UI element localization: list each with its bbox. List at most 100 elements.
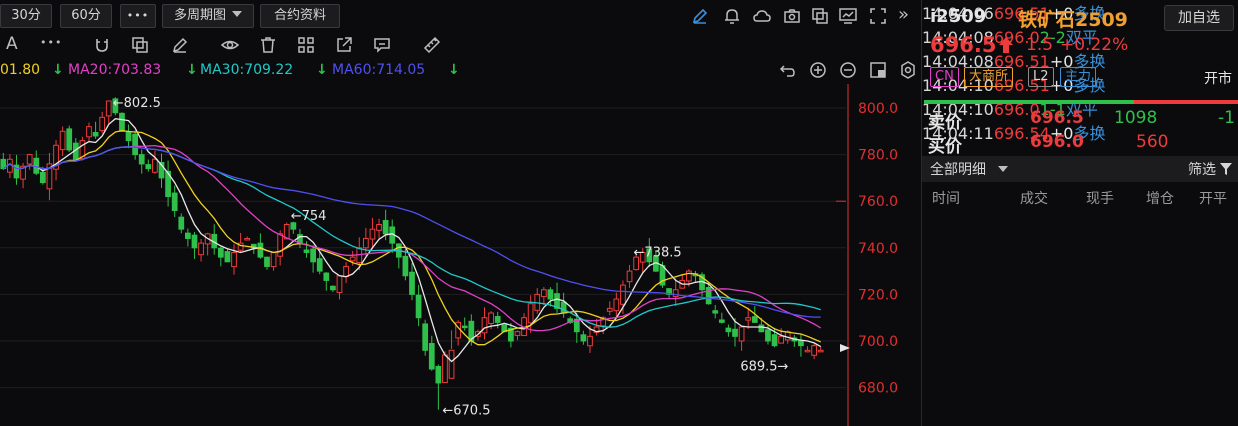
down-arrow-icon: ↓ (448, 62, 460, 78)
contract-info-button[interactable]: 合约资料 (260, 4, 340, 28)
y-tick-label: 700.0 (858, 334, 898, 350)
price-annotation: 689.5→ (740, 359, 788, 374)
candle-down (402, 255, 409, 277)
ruler-icon[interactable] (422, 35, 442, 55)
candle-up (343, 265, 349, 278)
detail-filter-dropdown[interactable]: 全部明细 (930, 159, 1009, 179)
candle-down (560, 301, 567, 314)
candle-up (778, 335, 785, 344)
price-change: 1.5 (1026, 35, 1054, 55)
multi-period-dropdown[interactable]: 多周期图 (162, 4, 254, 28)
ma60-value: MA60:714.05 (332, 62, 426, 78)
candle-up (817, 349, 824, 353)
add-watchlist-button[interactable]: 加自选 (1164, 5, 1234, 31)
tick-row (922, 318, 1238, 352)
bid-volume: 560 (1136, 132, 1169, 152)
candle-down (718, 319, 725, 323)
bid-strength-bar (924, 100, 1134, 104)
filter-icon (1220, 163, 1233, 175)
y-tick-label: 740.0 (858, 241, 898, 257)
y-tick-label: 680.0 (858, 381, 898, 397)
candle-up (527, 303, 534, 324)
filter-label: 筛选 (1188, 162, 1216, 178)
candle-up (620, 284, 626, 305)
candle-up (738, 326, 745, 342)
settings-icon[interactable] (898, 60, 918, 80)
candle-down (435, 365, 442, 384)
candle-up (626, 270, 633, 283)
layout-icon[interactable] (868, 60, 888, 80)
market-status: 开市 (1204, 71, 1232, 87)
candle-down (303, 249, 310, 253)
candle-down (580, 334, 587, 342)
tag-main-contract: 主力 (1060, 67, 1097, 87)
eye-icon[interactable] (220, 35, 240, 55)
candle-up (685, 270, 692, 282)
candle-up (442, 354, 448, 384)
kline-canvas[interactable]: 800.0 780.0 760.0 740.0 720.0 700.0 680.0 ←802.… (0, 84, 920, 426)
candle-down (415, 294, 422, 319)
period-60min-button[interactable]: 60分 (60, 4, 112, 28)
period-30min-button[interactable]: 30分 (0, 4, 52, 28)
windows-icon[interactable] (810, 6, 830, 26)
pencil-icon[interactable] (170, 35, 190, 55)
comment-icon[interactable] (372, 35, 392, 55)
candle-up (152, 158, 158, 173)
tag-exchange: 大商所 (964, 67, 1014, 87)
candle-up (587, 335, 593, 347)
ma10-line (2, 129, 821, 346)
candle-down (119, 112, 125, 132)
candle-down (217, 247, 224, 258)
chevron-down-icon (232, 11, 242, 17)
camera-icon[interactable] (782, 6, 802, 26)
candle-down (428, 342, 435, 370)
price-annotation: ←670.5 (442, 404, 490, 419)
trash-icon[interactable] (258, 35, 278, 55)
magnet-icon[interactable] (92, 35, 112, 55)
cloud-icon[interactable] (752, 6, 772, 26)
copy-icon[interactable] (130, 35, 150, 55)
text-tool-button[interactable]: A (6, 34, 18, 54)
undo-icon[interactable] (778, 60, 798, 80)
filter-button[interactable]: 筛选 (1188, 159, 1233, 179)
y-tick-label: 760.0 (858, 194, 898, 210)
draw-pen-icon[interactable] (690, 6, 710, 26)
zoom-out-icon[interactable] (838, 60, 858, 80)
candle-up (606, 307, 613, 312)
ma-legend: 01.80 ↓ MA20:703.83 ↓ MA30:709.22 ↓ MA60… (0, 59, 920, 81)
candle-down (125, 132, 132, 142)
candle-down (316, 258, 323, 272)
down-arrow-icon: ↓ (316, 62, 328, 78)
col-time: 时间 (932, 191, 960, 207)
more-periods-button[interactable]: ••• (120, 4, 156, 28)
kline-chart[interactable]: 800.0 780.0 760.0 740.0 720.0 700.0 680.0 ←802.… (0, 84, 920, 426)
external-link-icon[interactable] (334, 35, 354, 55)
candle-down (66, 128, 73, 151)
candle-down (171, 192, 178, 212)
tick-row (922, 216, 1238, 250)
quote-panel: i2509 铁矿石2509 加自选 696.5 1.5 +0.22% CN 大商… (921, 0, 1238, 426)
more-tools-button[interactable]: ••• (40, 36, 62, 49)
monitor-chart-icon[interactable] (838, 6, 858, 26)
tick-row (922, 352, 1238, 386)
zoom-in-icon[interactable] (808, 60, 828, 80)
candle-down (92, 132, 99, 137)
grid-icon[interactable] (296, 35, 316, 55)
col-open-close: 开平 (1199, 191, 1227, 207)
collapse-panel-button[interactable]: » (898, 4, 909, 25)
bell-icon[interactable] (722, 6, 742, 26)
detail-filter-label: 全部明细 (930, 162, 986, 178)
candle-down (264, 256, 270, 267)
ma30-value: MA30:709.22 (200, 62, 294, 78)
candle-up (336, 275, 343, 293)
col-volume: 现手 (1086, 191, 1114, 207)
candle-down (138, 154, 145, 165)
fullscreen-icon[interactable] (868, 6, 888, 26)
price-annotation: ←738.5 (634, 245, 682, 260)
down-arrow-icon: ↓ (186, 62, 198, 78)
candle-up (244, 237, 251, 241)
bid-label: 买价 (928, 137, 962, 157)
symbol-code: i2509 (930, 6, 987, 27)
candle-down (798, 340, 804, 347)
candle-up (105, 100, 112, 117)
